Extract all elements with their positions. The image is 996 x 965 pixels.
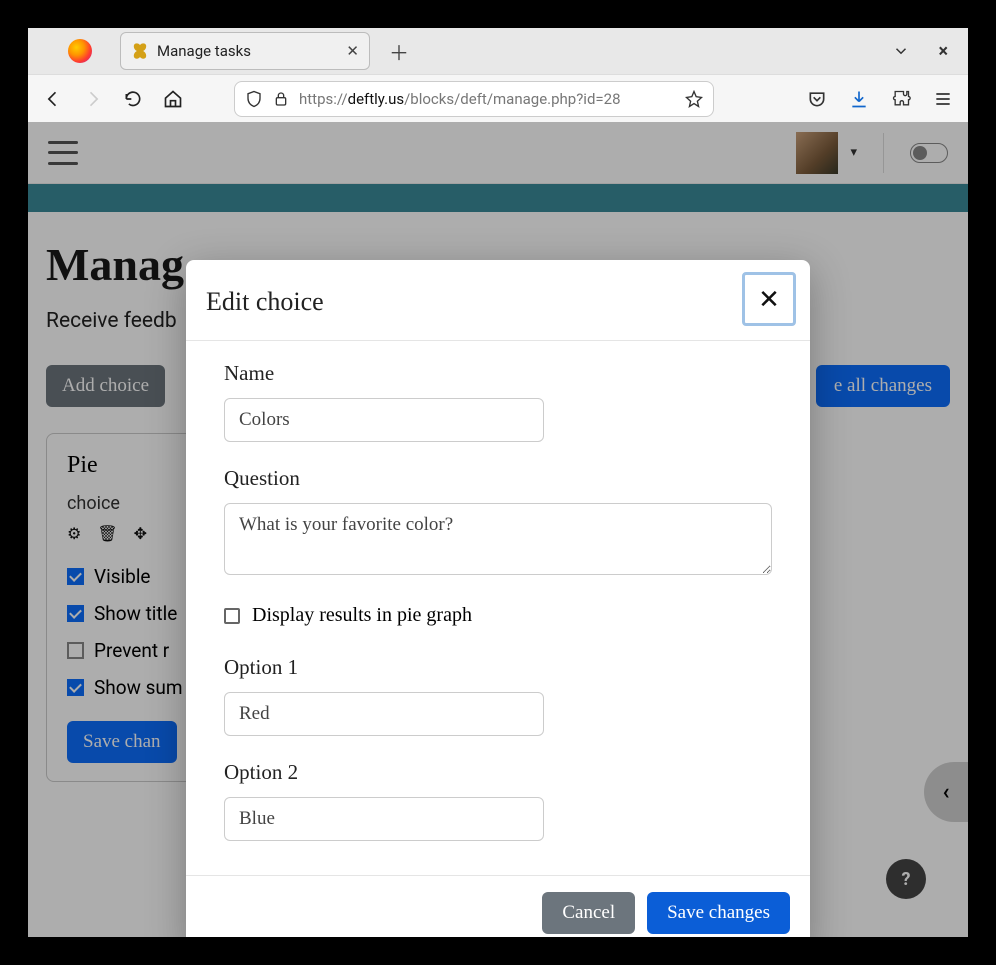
checkbox-label: Display results in pie graph <box>252 604 472 627</box>
name-input[interactable] <box>224 398 544 442</box>
url-bar: https://deftly.us/blocks/deft/manage.php… <box>28 74 968 122</box>
pie-graph-checkbox[interactable]: Display results in pie graph <box>224 604 772 627</box>
pocket-icon[interactable] <box>806 88 828 110</box>
save-changes-button[interactable]: Save changes <box>647 892 790 934</box>
back-button[interactable] <box>42 88 64 110</box>
tab-title: Manage tasks <box>157 42 251 60</box>
new-tab-button[interactable]: ＋ <box>384 36 414 66</box>
question-label: Question <box>224 466 772 491</box>
shield-icon <box>245 90 263 108</box>
name-label: Name <box>224 361 772 386</box>
cancel-button[interactable]: Cancel <box>542 892 635 934</box>
question-textarea[interactable] <box>224 503 772 575</box>
address-bar[interactable]: https://deftly.us/blocks/deft/manage.php… <box>234 81 714 117</box>
tabs-dropdown-icon[interactable] <box>892 42 910 60</box>
firefox-icon <box>68 39 92 63</box>
tab-bar: Manage tasks ✕ ＋ × <box>28 28 968 74</box>
modal-title: Edit choice <box>206 287 324 317</box>
checkbox-icon <box>224 608 240 624</box>
reload-button[interactable] <box>122 88 144 110</box>
extensions-icon[interactable] <box>890 88 912 110</box>
option2-label: Option 2 <box>224 760 772 785</box>
download-icon[interactable] <box>848 88 870 110</box>
butterfly-icon <box>131 42 149 60</box>
edit-choice-modal: Edit choice ✕ Name Question Display resu… <box>186 260 810 937</box>
option2-input[interactable] <box>224 797 544 841</box>
home-button[interactable] <box>162 88 184 110</box>
window-close-icon[interactable]: × <box>938 41 948 62</box>
modal-close-button[interactable]: ✕ <box>742 272 796 326</box>
option1-label: Option 1 <box>224 655 772 680</box>
option1-input[interactable] <box>224 692 544 736</box>
page-content: ▾ Manag Receive feedb Add choice e all c… <box>28 122 968 937</box>
browser-tab[interactable]: Manage tasks ✕ <box>120 32 370 70</box>
tab-close-icon[interactable]: ✕ <box>346 42 359 60</box>
browser-window: Manage tasks ✕ ＋ × <box>28 28 968 937</box>
forward-button <box>82 88 104 110</box>
bookmark-star-icon[interactable] <box>685 90 703 108</box>
hamburger-menu-icon[interactable] <box>932 88 954 110</box>
lock-icon <box>273 91 289 107</box>
url-text: https://deftly.us/blocks/deft/manage.php… <box>299 90 621 108</box>
